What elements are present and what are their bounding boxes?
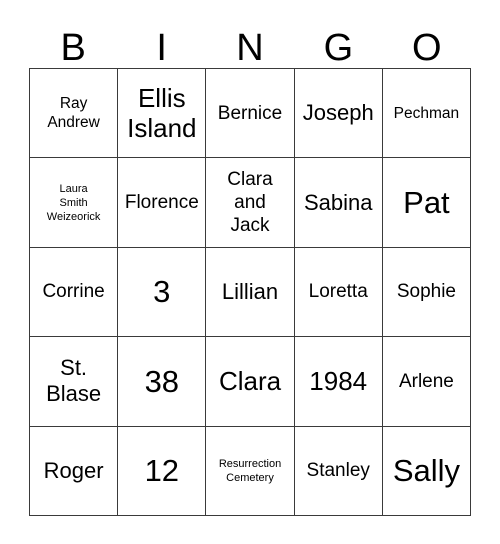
bingo-cell[interactable]: 1984 [294, 337, 383, 427]
bingo-cell-label: Stanley [306, 460, 370, 482]
bingo-cell[interactable]: Laura Smith Weizeorick [30, 158, 119, 248]
bingo-cell[interactable]: Resurrection Cemetery [206, 426, 295, 516]
bingo-cell[interactable]: Roger [30, 426, 119, 516]
bingo-cell[interactable]: Pechman [382, 69, 472, 159]
bingo-cell-label: Clara and Jack [227, 169, 273, 237]
bingo-cell[interactable]: Florence [118, 158, 207, 248]
bingo-cell-label: 38 [144, 363, 180, 399]
bingo-cell[interactable]: 3 [118, 247, 207, 338]
bingo-cell-label: 1984 [309, 366, 368, 397]
bingo-cell[interactable]: Clara and Jack [206, 158, 295, 248]
bingo-cell[interactable]: Corrine [30, 247, 119, 338]
bingo-cell-label: Corrine [42, 281, 105, 303]
bingo-cell[interactable]: Loretta [294, 247, 383, 338]
bingo-cell-label: Florence [124, 192, 199, 214]
bingo-cell[interactable]: Ray Andrew [30, 69, 119, 159]
bingo-cell-label: Arlene [398, 370, 454, 392]
bingo-cell[interactable]: 38 [118, 337, 207, 427]
bingo-cell-label: Bernice [217, 102, 283, 124]
bingo-cell[interactable]: Lillian [206, 247, 295, 338]
bingo-cell-label: Sabina [303, 189, 373, 215]
bingo-row: Corrine 3 Lillian Loretta Sophie [30, 247, 472, 338]
bingo-cell-label: Pat [403, 185, 450, 221]
bingo-header-letter-b: B [60, 27, 86, 69]
bingo-cell[interactable]: Clara [206, 337, 295, 427]
bingo-row: Ray Andrew Ellis Island Bernice Joseph Pechm… [30, 69, 472, 159]
bingo-cell[interactable]: Sally [382, 426, 472, 516]
bingo-row: Laura Smith Weizeorick Florence Clara and … [30, 158, 472, 248]
bingo-cell-label: Sally [392, 453, 461, 489]
bingo-cell-label: Laura Smith Weizeorick [46, 182, 101, 223]
bingo-cell-label: Lillian [221, 278, 279, 304]
bingo-row: St. Blase 38 Clara 1984 Arlene [30, 337, 472, 427]
bingo-cell-label: St. Blase [46, 355, 102, 407]
bingo-cell[interactable]: 12 [118, 426, 207, 516]
bingo-cell[interactable]: Arlene [382, 337, 472, 427]
bingo-cell-label: Ray Andrew [47, 95, 100, 132]
bingo-card: B I N G O Ray Andrew Ellis Island Bernice J… [29, 14, 472, 516]
bingo-cell[interactable]: Bernice [206, 69, 295, 159]
bingo-header-row: B I N G O [29, 14, 471, 68]
bingo-header-letter-n: N [236, 27, 264, 69]
bingo-cell-label: Pechman [393, 104, 460, 122]
bingo-cell-label: Sophie [396, 281, 456, 303]
bingo-cell-label: Clara [218, 366, 282, 397]
bingo-header-letter-i: I [156, 27, 167, 69]
bingo-cell[interactable]: Ellis Island [118, 69, 207, 159]
bingo-cell[interactable]: Sabina [294, 158, 383, 248]
bingo-cell[interactable]: St. Blase [30, 337, 119, 427]
bingo-cell-label: Loretta [308, 281, 368, 303]
bingo-grid: Ray Andrew Ellis Island Bernice Joseph Pechm… [29, 68, 472, 516]
bingo-cell-label: Resurrection Cemetery [218, 457, 282, 484]
bingo-cell[interactable]: Joseph [294, 69, 383, 159]
bingo-cell[interactable]: Sophie [382, 247, 472, 338]
bingo-cell-label: 3 [153, 274, 171, 310]
bingo-header-letter-g: G [323, 27, 354, 69]
bingo-cell-label: Roger [43, 457, 104, 483]
bingo-cell-label: Ellis Island [127, 83, 197, 144]
bingo-header-letter-o: O [412, 27, 442, 69]
bingo-row: Roger 12 Resurrection Cemetery Stanley Sally [30, 426, 472, 516]
bingo-cell-label: 12 [144, 453, 180, 489]
bingo-cell[interactable]: Pat [382, 158, 472, 248]
bingo-cell-label: Joseph [302, 100, 374, 126]
bingo-cell[interactable]: Stanley [294, 426, 383, 516]
